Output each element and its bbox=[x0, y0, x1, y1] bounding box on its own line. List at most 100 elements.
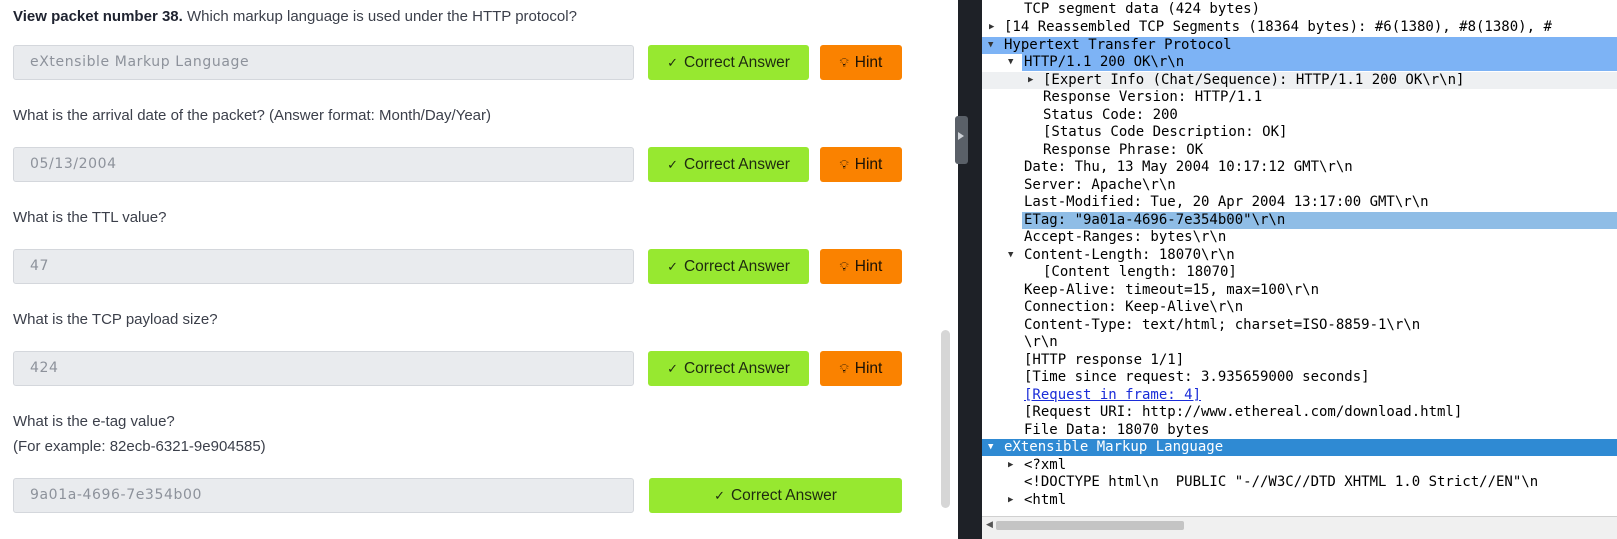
tree-item[interactable]: [Time since request: 3.935659000 seconds… bbox=[982, 369, 1617, 386]
check-icon: ✓ bbox=[714, 488, 725, 503]
tree-item[interactable]: TCP segment data (424 bytes) bbox=[982, 1, 1617, 18]
tree-item-label: \r\n bbox=[1024, 334, 1058, 350]
tree-item[interactable]: ▶ [14 Reassembled TCP Segments (18364 byt… bbox=[982, 19, 1617, 36]
correct-answer-button-3[interactable]: ✓ Correct Answer bbox=[648, 249, 809, 284]
tree-item-xml[interactable]: ▼ eXtensible Markup Language bbox=[982, 439, 1617, 457]
triangle-right-icon[interactable]: ▶ bbox=[1008, 457, 1013, 474]
tree-item-label: File Data: 18070 bytes bbox=[1024, 422, 1210, 438]
answer-field-4[interactable]: 424 bbox=[13, 351, 634, 386]
scroll-left-icon[interactable]: ◀ bbox=[986, 519, 993, 530]
tree-item-http[interactable]: ▼ Hypertext Transfer Protocol bbox=[982, 37, 1617, 55]
triangle-down-icon[interactable]: ▼ bbox=[1008, 247, 1013, 264]
tree-item[interactable]: [HTTP response 1/1] bbox=[982, 352, 1617, 369]
tree-item[interactable]: [Request URI: http://www.ethereal.com/do… bbox=[982, 404, 1617, 421]
question-3-text: What is the TTL value? bbox=[13, 209, 167, 226]
tree-item[interactable]: ▼ Content-Length: 18070\r\n bbox=[982, 247, 1617, 264]
hint-button-3[interactable]: 💡︎ Hint bbox=[820, 249, 902, 284]
tree-item-request-link[interactable]: [Request in frame: 4] bbox=[982, 387, 1617, 404]
tree-item-label: [14 Reassembled TCP Segments (18364 byte… bbox=[1004, 19, 1552, 35]
correct-answer-label: Correct Answer bbox=[683, 258, 790, 275]
hint-button-4[interactable]: 💡︎ Hint bbox=[820, 351, 902, 386]
tree-item-label: Status Code: 200 bbox=[1043, 107, 1178, 123]
scrollbar-thumb[interactable] bbox=[996, 521, 1184, 530]
hint-label: Hint bbox=[854, 156, 883, 173]
hint-button-1[interactable]: 💡︎ Hint bbox=[820, 45, 902, 80]
correct-answer-button-5[interactable]: ✓ Correct Answer bbox=[649, 478, 902, 513]
tree-item[interactable]: ▶ <html bbox=[982, 492, 1617, 509]
tree-item[interactable]: Accept-Ranges: bytes\r\n bbox=[982, 229, 1617, 246]
tree-item-label: Content-Type: text/html; charset=ISO-885… bbox=[1024, 317, 1421, 333]
tree-item[interactable]: Date: Thu, 13 May 2004 10:17:12 GMT\r\n bbox=[982, 159, 1617, 176]
triangle-right-icon[interactable]: ▶ bbox=[989, 19, 994, 36]
tree-item[interactable]: Last-Modified: Tue, 20 Apr 2004 13:17:00… bbox=[982, 194, 1617, 211]
panel-divider[interactable] bbox=[958, 0, 982, 539]
answer-field-3[interactable]: 47 bbox=[13, 249, 634, 284]
tree-item-label: [Expert Info (Chat/Sequence): HTTP/1.1 2… bbox=[1043, 72, 1465, 88]
tree-item[interactable]: Keep-Alive: timeout=15, max=100\r\n bbox=[982, 282, 1617, 299]
triangle-down-icon[interactable]: ▼ bbox=[988, 37, 993, 54]
question-1-prefix: View packet number 38. bbox=[13, 8, 183, 25]
correct-answer-button-2[interactable]: ✓ Correct Answer bbox=[648, 147, 809, 182]
tree-item[interactable]: [Content length: 18070] bbox=[982, 264, 1617, 281]
tree-item[interactable]: [Status Code Description: OK] bbox=[982, 124, 1617, 141]
tree-item[interactable]: Content-Type: text/html; charset=ISO-885… bbox=[982, 317, 1617, 334]
lightbulb-icon: 💡︎ bbox=[839, 157, 849, 172]
question-panel: View packet number 38. Which markup lang… bbox=[0, 0, 958, 539]
correct-answer-label: Correct Answer bbox=[683, 54, 790, 71]
check-icon: ✓ bbox=[667, 157, 678, 172]
answer-field-5[interactable]: 9a01a-4696-7e354b00 bbox=[13, 478, 634, 513]
request-frame-link[interactable]: [Request in frame: 4] bbox=[1024, 387, 1201, 404]
triangle-right-icon bbox=[958, 132, 964, 140]
tree-item[interactable]: Status Code: 200 bbox=[982, 107, 1617, 124]
lightbulb-icon: 💡︎ bbox=[839, 361, 849, 376]
packet-detail-tree: TCP segment data (424 bytes) ▶ [14 Reasse… bbox=[982, 0, 1617, 539]
triangle-right-icon[interactable]: ▶ bbox=[1008, 492, 1013, 509]
hint-label: Hint bbox=[854, 54, 883, 71]
triangle-down-icon[interactable]: ▼ bbox=[1008, 54, 1013, 71]
check-icon: ✓ bbox=[667, 55, 678, 70]
tree-item-etag-selected[interactable]: ETag: "9a01a-4696-7e354b00"\r\n bbox=[982, 212, 1617, 230]
correct-answer-button-4[interactable]: ✓ Correct Answer bbox=[648, 351, 809, 386]
correct-answer-label: Correct Answer bbox=[683, 156, 790, 173]
vertical-scrollbar[interactable] bbox=[941, 330, 950, 508]
tree-item-label: [Time since request: 3.935659000 seconds… bbox=[1024, 369, 1370, 385]
answer-field-2[interactable]: 05/13/2004 bbox=[13, 147, 634, 182]
correct-answer-button-1[interactable]: ✓ Correct Answer bbox=[648, 45, 809, 80]
tree-item[interactable]: <!DOCTYPE html\n PUBLIC "-//W3C//DTD XHT… bbox=[982, 474, 1617, 491]
tree-item-label: Hypertext Transfer Protocol bbox=[1004, 37, 1232, 53]
tree-item[interactable]: ▶ <?xml bbox=[982, 457, 1617, 474]
question-1-text: View packet number 38. Which markup lang… bbox=[13, 8, 577, 25]
tree-item[interactable]: Response Version: HTTP/1.1 bbox=[982, 89, 1617, 106]
tree-item[interactable]: ▼ HTTP/1.1 200 OK\r\n bbox=[982, 54, 1617, 72]
tree-item-label: Response Version: HTTP/1.1 bbox=[1043, 89, 1263, 105]
tree-item-label: HTTP/1.1 200 OK\r\n bbox=[1024, 54, 1185, 70]
correct-answer-label: Correct Answer bbox=[683, 360, 790, 377]
question-5-text: What is the e-tag value? bbox=[13, 413, 175, 430]
tree-item-label: [HTTP response 1/1] bbox=[1024, 352, 1185, 368]
tree-item[interactable]: Server: Apache\r\n bbox=[982, 177, 1617, 194]
tree-item-label: Content-Length: 18070\r\n bbox=[1024, 247, 1235, 263]
tree-item-label: eXtensible Markup Language bbox=[1004, 439, 1224, 455]
check-icon: ✓ bbox=[667, 361, 678, 376]
hint-label: Hint bbox=[854, 258, 883, 275]
tree-item-label: Keep-Alive: timeout=15, max=100\r\n bbox=[1024, 282, 1320, 298]
lightbulb-icon: 💡︎ bbox=[839, 259, 849, 274]
tree-item-label: <?xml bbox=[1024, 457, 1067, 473]
question-4-text: What is the TCP payload size? bbox=[13, 311, 218, 328]
tree-item-label: Response Phrase: OK bbox=[1043, 142, 1204, 158]
collapse-handle[interactable] bbox=[955, 116, 968, 164]
tree-item[interactable]: Connection: Keep-Alive\r\n bbox=[982, 299, 1617, 316]
triangle-down-icon[interactable]: ▼ bbox=[988, 439, 993, 456]
answer-field-1[interactable]: eXtensible Markup Language bbox=[13, 45, 634, 80]
tree-item[interactable]: ▶ [Expert Info (Chat/Sequence): HTTP/1.1 … bbox=[982, 72, 1617, 90]
tree-item[interactable]: \r\n bbox=[982, 334, 1617, 351]
hint-button-2[interactable]: 💡︎ Hint bbox=[820, 147, 902, 182]
tree-item-label: [Status Code Description: OK] bbox=[1043, 124, 1288, 140]
lightbulb-icon: 💡︎ bbox=[839, 55, 849, 70]
horizontal-scrollbar[interactable]: ◀ bbox=[982, 516, 1617, 539]
tree-item-label: Connection: Keep-Alive\r\n bbox=[1024, 299, 1244, 315]
tree-item[interactable]: Response Phrase: OK bbox=[982, 142, 1617, 159]
triangle-right-icon[interactable]: ▶ bbox=[1028, 72, 1033, 89]
tree-item-label: [Content length: 18070] bbox=[1043, 264, 1237, 280]
tree-item[interactable]: File Data: 18070 bytes bbox=[982, 422, 1617, 439]
